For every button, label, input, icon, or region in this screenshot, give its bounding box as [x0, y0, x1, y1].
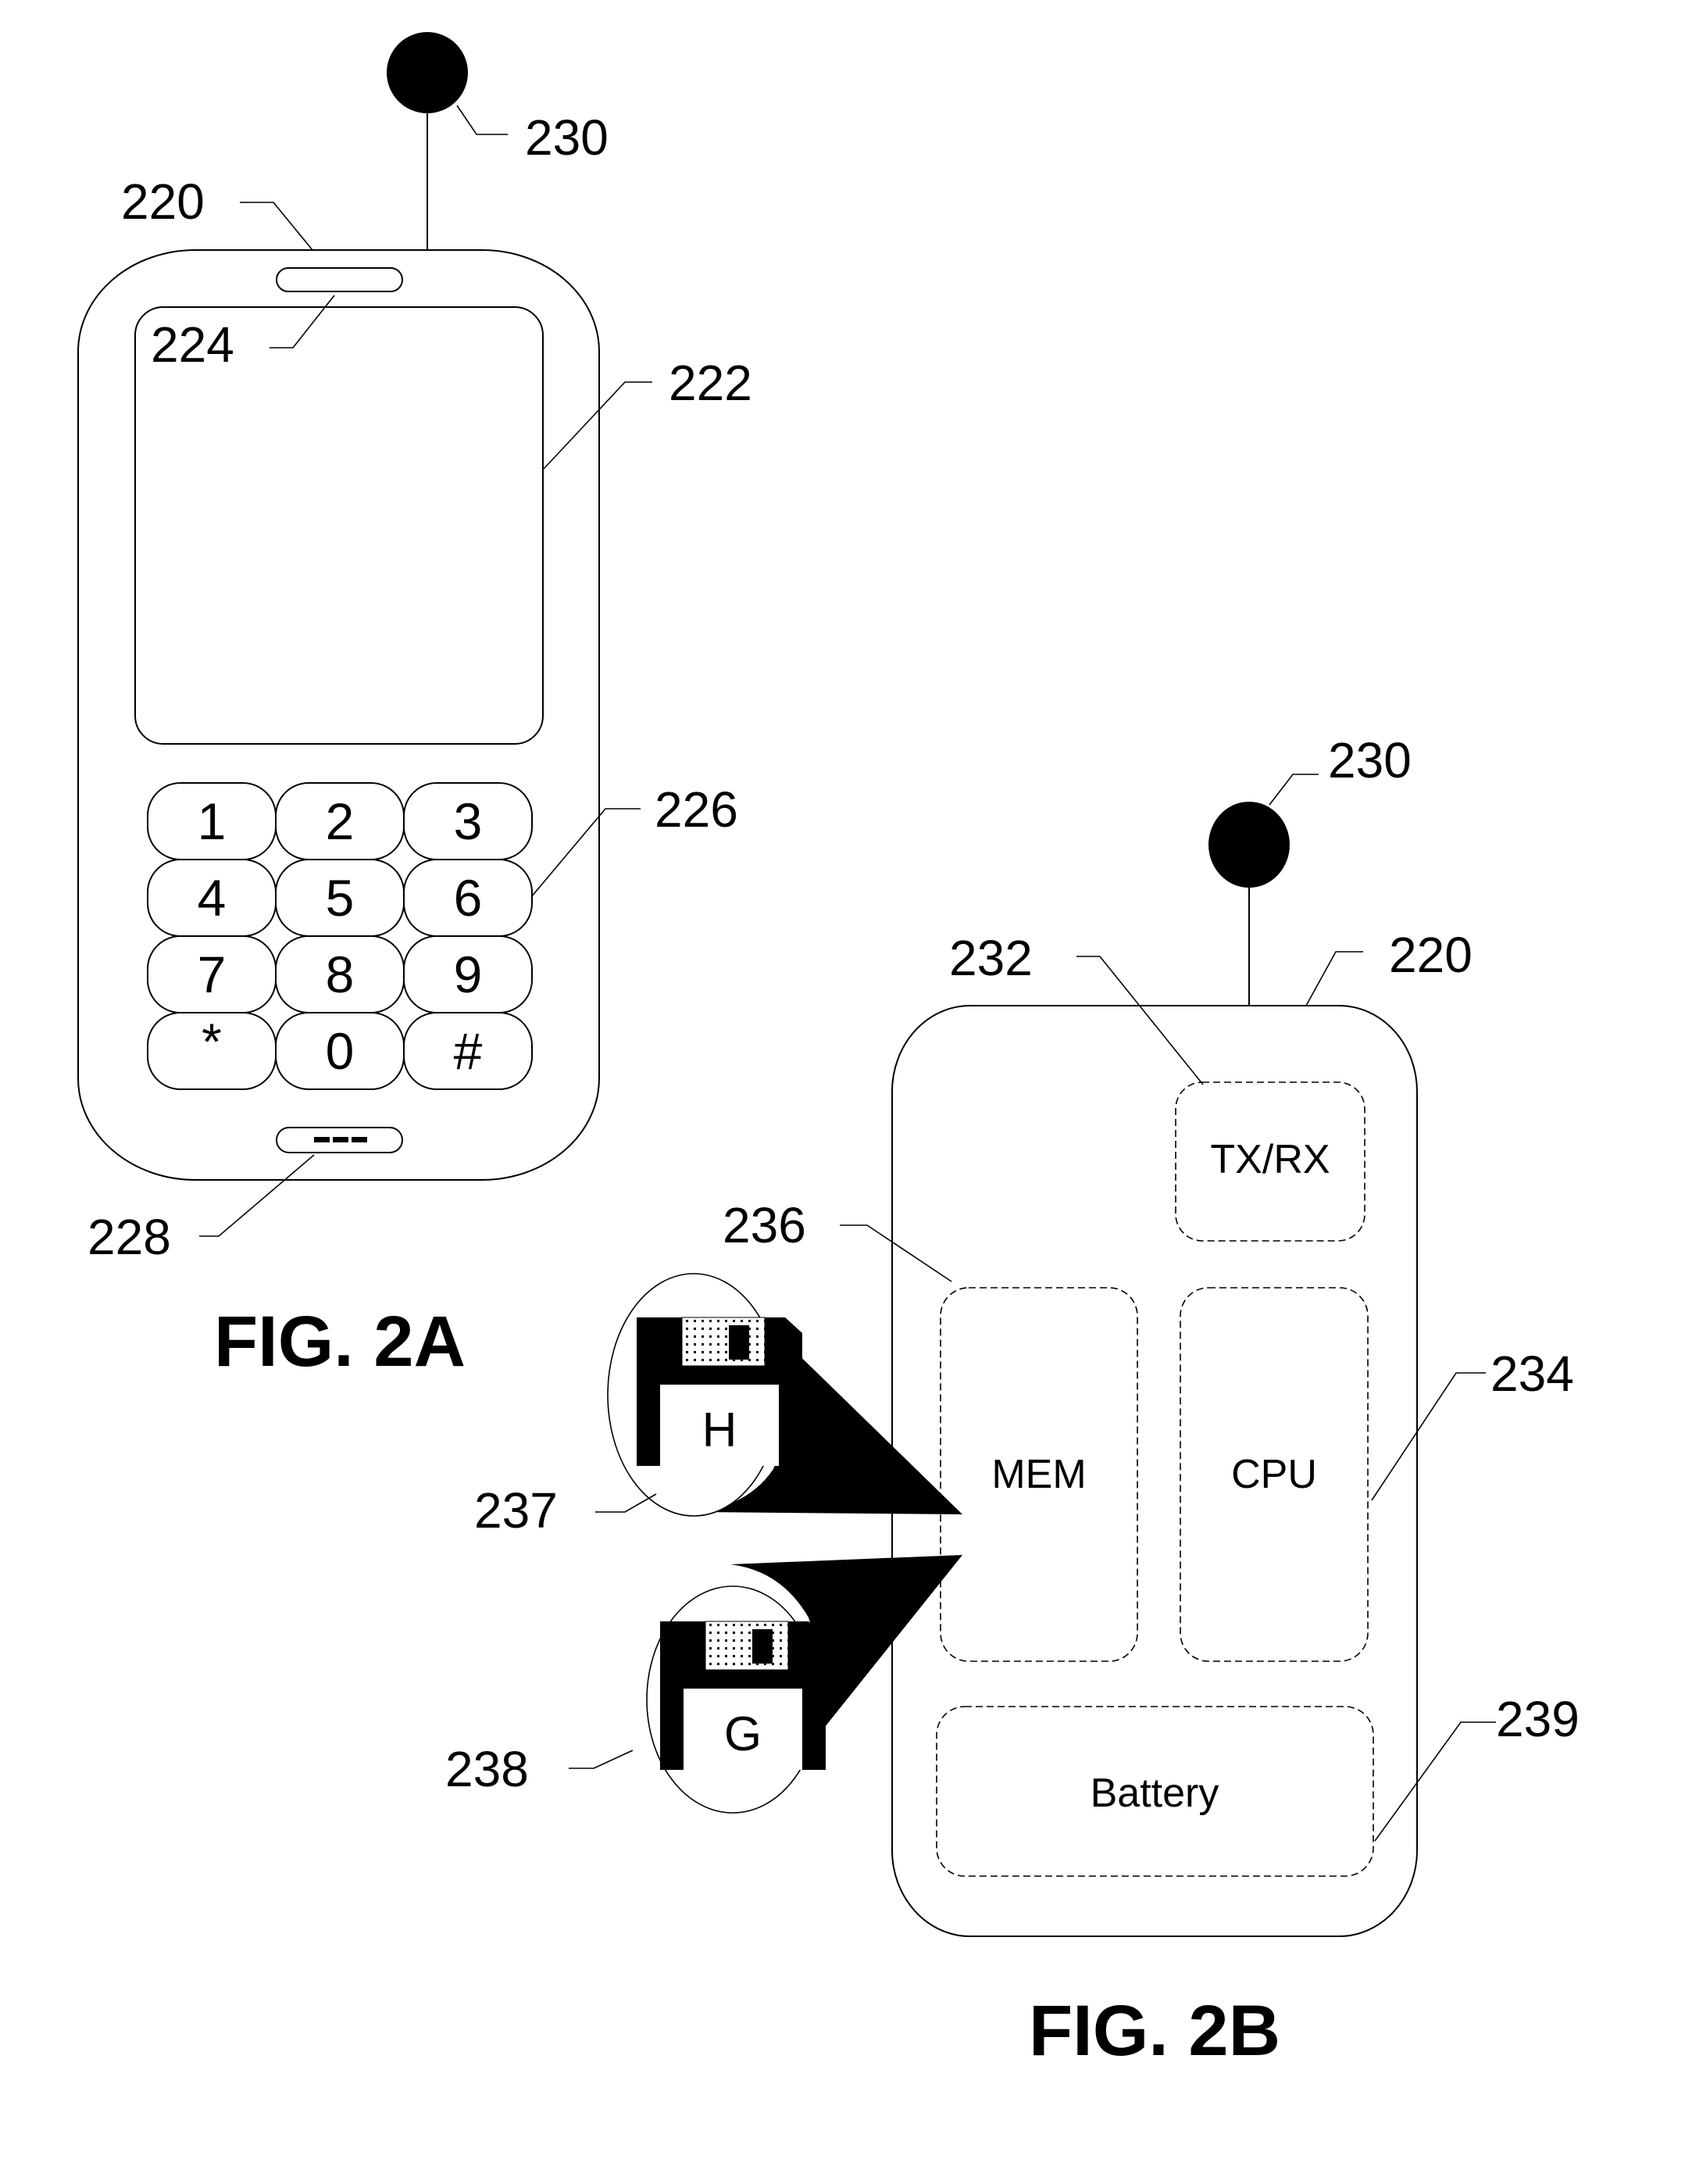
keypad-key: 1 — [147, 782, 277, 860]
ref-230a: 230 — [525, 109, 609, 166]
keypad-key: 8 — [275, 935, 405, 1013]
battery-label: Battery — [1091, 1771, 1219, 1816]
leader-line-224 — [270, 295, 335, 349]
leader-line-238 — [569, 1750, 634, 1769]
leader-line-226 — [530, 808, 641, 898]
transceiver-label: TX/RX — [1210, 1137, 1330, 1182]
ref-220b: 220 — [1389, 927, 1473, 983]
keypad-key-label: 4 — [198, 869, 227, 927]
memory-label: MEM — [991, 1452, 1086, 1497]
floppy-disks: HG — [637, 1317, 826, 1770]
keypad-key: 0 — [275, 1012, 405, 1090]
leader-line-222 — [543, 381, 652, 470]
ref-239: 239 — [1496, 1691, 1580, 1747]
keypad-key: 9 — [403, 935, 533, 1013]
ref-237: 237 — [474, 1482, 558, 1539]
transceiver-block: TX/RX — [1175, 1081, 1365, 1242]
ref-228: 228 — [87, 1209, 171, 1265]
microphone-slot — [276, 1127, 403, 1153]
ref-238: 238 — [445, 1741, 529, 1797]
keypad-key: 6 — [403, 859, 533, 937]
memory-block: MEM — [940, 1287, 1138, 1662]
keypad-key-label: 5 — [326, 869, 355, 927]
keypad-key-label: 3 — [454, 792, 483, 850]
ref-236: 236 — [723, 1197, 806, 1253]
leader-line-220a — [240, 202, 313, 251]
keypad-key: * — [147, 1012, 277, 1090]
figure-2b: TX/RX MEM CPU Battery HG 230 232 220 236… — [445, 732, 1580, 2071]
keypad-key: 7 — [147, 935, 277, 1013]
floppy-disk-icon: H — [637, 1317, 802, 1466]
leader-line-234 — [1371, 1372, 1486, 1501]
floppy-disk-icon: G — [660, 1621, 826, 1770]
keypad: 1 2 3 4 5 6 7 8 9 * 0 # — [147, 782, 533, 1090]
ref-222: 222 — [669, 355, 752, 411]
battery-block: Battery — [936, 1706, 1374, 1877]
leader-line-232 — [1076, 956, 1204, 1085]
disk-label: H — [702, 1403, 737, 1457]
keypad-key-label: * — [202, 1013, 222, 1071]
ref-226: 226 — [655, 781, 738, 838]
keypad-key: 5 — [275, 859, 405, 937]
keypad-key-label: 1 — [198, 792, 227, 850]
keypad-key: # — [403, 1012, 533, 1090]
patent-figure-sheet: 1 2 34 5 67 8 9* 0 # 230 220 224 222 226 228 FIG… — [77, 32, 1580, 2071]
keypad-key-label: 6 — [454, 869, 483, 927]
ref-232: 232 — [949, 930, 1033, 986]
keypad-key: 4 — [147, 859, 277, 937]
leader-line-230b — [1269, 774, 1319, 806]
ref-220a: 220 — [121, 173, 205, 230]
cpu-block: CPU — [1180, 1287, 1369, 1662]
keypad-key-label: 8 — [326, 945, 355, 1003]
keypad-key: 2 — [275, 782, 405, 860]
ref-230b: 230 — [1328, 732, 1412, 788]
ref-234: 234 — [1490, 1346, 1574, 1402]
ref-224: 224 — [151, 316, 234, 373]
keypad-key-label: 2 — [326, 792, 355, 850]
keypad-key-label: # — [454, 1022, 483, 1080]
leader-line-228 — [199, 1154, 315, 1237]
leader-line-220b — [1305, 951, 1363, 1006]
antenna-icon — [387, 32, 468, 250]
leader-line-230a — [456, 105, 508, 135]
leader-line-239 — [1374, 1721, 1496, 1842]
speaker-slot — [276, 267, 403, 292]
figure-caption-2b: FIG. 2B — [1029, 1991, 1280, 2071]
cpu-label: CPU — [1231, 1452, 1317, 1497]
antenna-icon — [1208, 802, 1290, 1006]
keypad-key: 3 — [403, 782, 533, 860]
figure-caption-2a: FIG. 2A — [214, 1302, 466, 1382]
leader-line-236 — [840, 1224, 952, 1282]
figure-2a: 1 2 3 4 5 6 7 8 9 * 0 # 230 220 224 222 226 228 FIG… — [77, 32, 752, 1382]
keypad-key-label: 9 — [454, 945, 483, 1003]
disk-label: G — [724, 1707, 762, 1761]
keypad-key-label: 0 — [326, 1022, 355, 1080]
keypad-key-label: 7 — [198, 945, 227, 1003]
